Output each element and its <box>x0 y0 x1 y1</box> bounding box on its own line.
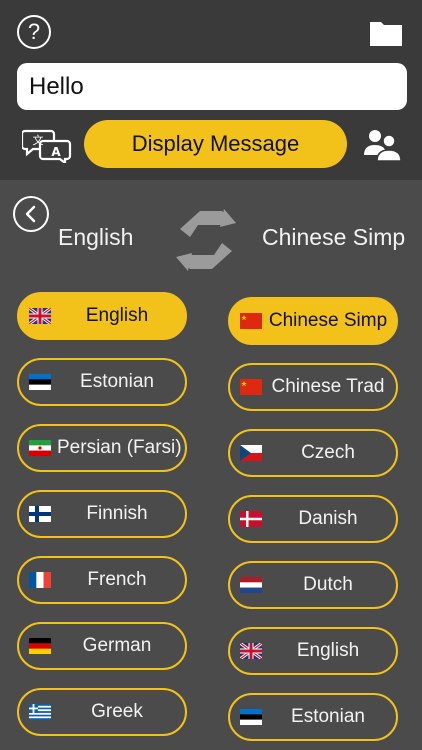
target-lang-chinese-simp[interactable]: Chinese Simp <box>228 297 398 345</box>
target-lang-danish[interactable]: Danish <box>228 495 398 543</box>
china-flag-icon <box>240 379 262 395</box>
swap-icon[interactable] <box>170 203 242 277</box>
denmark-flag-icon <box>240 511 262 527</box>
source-lang-greek[interactable]: Greek <box>17 688 187 736</box>
source-lang-english[interactable]: English <box>17 292 187 340</box>
display-message-button[interactable]: Display Message <box>84 120 347 168</box>
lang-label: Dutch <box>303 574 353 595</box>
uk-flag-icon <box>240 643 262 659</box>
svg-text:文: 文 <box>33 133 44 147</box>
display-message-label: Display Message <box>131 131 300 156</box>
netherlands-flag-icon <box>240 577 262 593</box>
lang-label: Chinese Simp <box>268 310 388 331</box>
finland-flag-icon <box>29 506 51 522</box>
lang-label: Estonian <box>291 706 365 727</box>
china-flag-icon <box>240 313 262 329</box>
lang-label: Finnish <box>86 503 148 524</box>
folder-icon[interactable] <box>368 18 404 48</box>
svg-text:A: A <box>51 145 61 159</box>
source-lang-german[interactable]: German <box>17 622 187 670</box>
group-icon[interactable] <box>362 125 402 163</box>
source-lang-estonian[interactable]: Estonian <box>17 358 187 406</box>
iran-flag-icon <box>29 440 51 456</box>
source-lang-persian[interactable]: Persian (Farsi) <box>17 424 187 472</box>
chevron-left-icon <box>25 205 36 223</box>
top-bar: ? 文 A Display Message <box>0 0 422 180</box>
target-language-heading: Chinese Simp <box>262 224 406 250</box>
target-lang-english[interactable]: English <box>228 627 398 675</box>
lang-label: French <box>87 569 147 590</box>
source-lang-finnish[interactable]: Finnish <box>17 490 187 538</box>
czech-flag-icon <box>240 445 262 461</box>
help-button[interactable]: ? <box>17 15 51 49</box>
target-lang-estonian[interactable]: Estonian <box>228 693 398 741</box>
estonia-flag-icon <box>29 374 51 390</box>
lang-label: English <box>85 305 149 326</box>
target-lang-dutch[interactable]: Dutch <box>228 561 398 609</box>
lang-label: Greek <box>91 701 143 722</box>
lang-label: Czech <box>301 442 355 463</box>
uk-flag-icon <box>29 308 51 324</box>
lang-label: Estonian <box>80 371 154 392</box>
france-flag-icon <box>29 572 51 588</box>
translate-icon[interactable]: 文 A <box>22 127 72 163</box>
lang-label: Persian (Farsi) <box>57 437 182 458</box>
estonia-flag-icon <box>240 709 262 725</box>
source-language-heading: English <box>58 224 134 250</box>
lang-label: Danish <box>298 508 358 529</box>
message-input[interactable] <box>17 63 407 110</box>
target-lang-czech[interactable]: Czech <box>228 429 398 477</box>
lang-label: English <box>296 640 360 661</box>
germany-flag-icon <box>29 638 51 654</box>
source-lang-french[interactable]: French <box>17 556 187 604</box>
target-lang-chinese-trad[interactable]: Chinese Trad <box>228 363 398 411</box>
lang-label: German <box>82 635 152 656</box>
greece-flag-icon <box>29 704 51 720</box>
question-icon: ? <box>27 19 41 44</box>
lang-label: Chinese Trad <box>271 376 385 397</box>
back-button[interactable] <box>13 196 49 232</box>
